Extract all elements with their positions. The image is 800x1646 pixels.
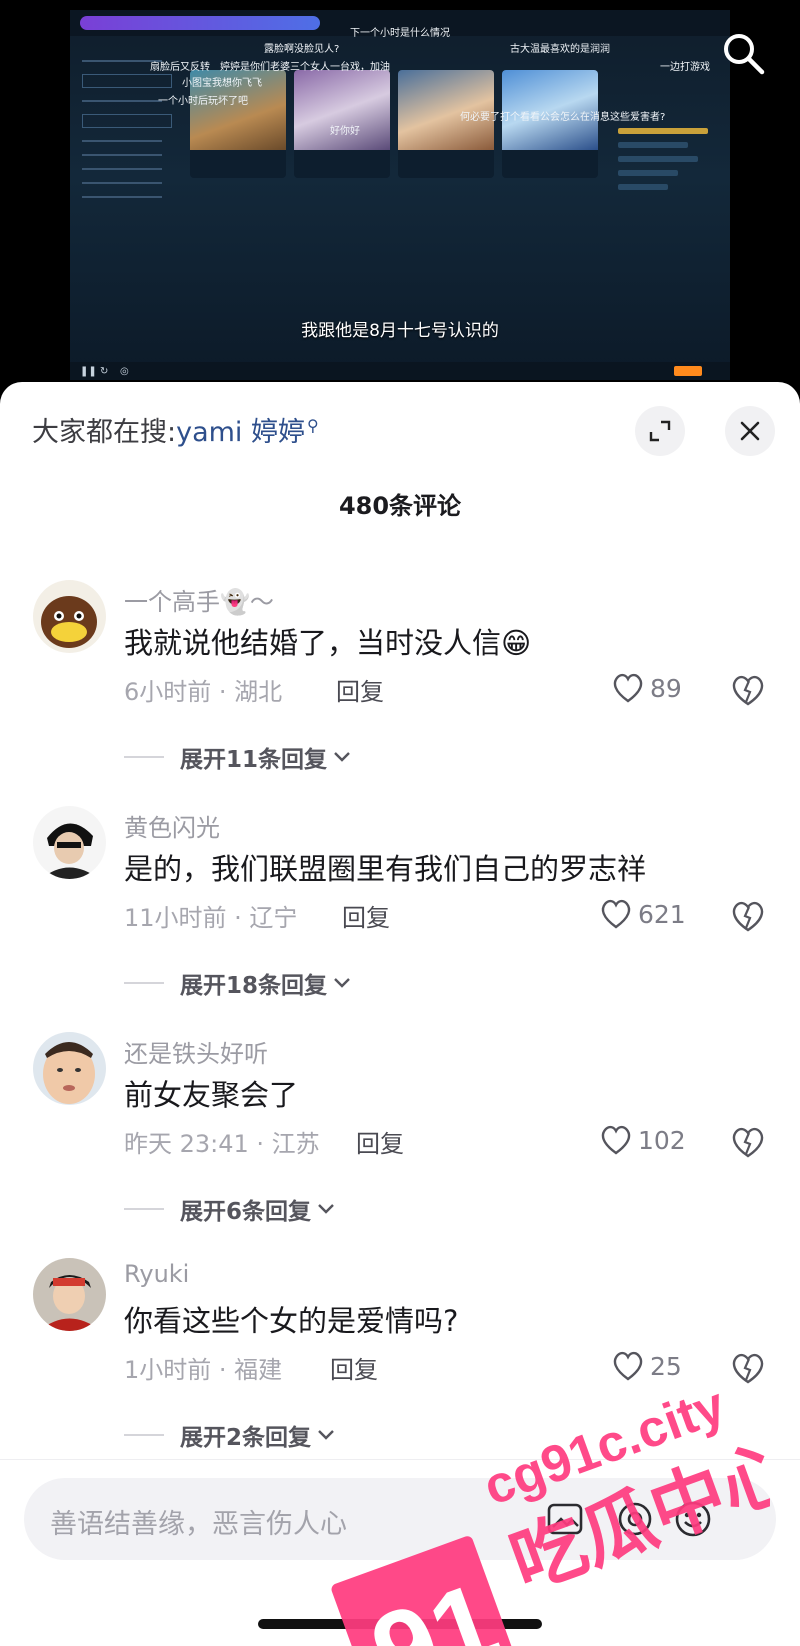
danmaku: 小图宝我想你飞飞 [182,78,262,89]
avatar[interactable] [33,1258,106,1331]
expand-replies-button[interactable]: 展开6条回复 [124,1192,335,1226]
mention-icon[interactable] [614,1498,656,1540]
expand-replies-label: 展开6条回复 [180,1199,312,1225]
video-screen-tab [80,16,320,30]
comment-text: 我就说他结婚了，当时没人信😁 [124,626,532,660]
chevron-down-icon [334,752,350,762]
video-subtitle: 我跟他是8月十七号认识的 [301,321,499,341]
dislike-icon[interactable] [730,1124,766,1160]
danmaku: 三个女人一台戏，加油 [290,62,390,73]
danmaku: 婷婷是你们老婆 [220,62,290,73]
danmaku: 下一个小时是什么情况 [350,28,450,39]
danmaku: 一边打游戏 [660,62,710,73]
danmaku: 露脸啊没脸见人? [264,44,340,55]
danmaku: 古大温最喜欢的是润润 [510,44,610,55]
comment-time-location: 1小时前 · 福建 [124,1356,283,1384]
avatar[interactable] [33,1032,106,1105]
trending-search[interactable]: 大家都在搜:yami 婷婷 ⚲ [32,410,319,449]
search-icon[interactable] [718,28,768,78]
comment-text: 你看这些个女的是爱情吗? [124,1304,459,1338]
expand-replies-label: 展开2条回复 [180,1425,312,1451]
dislike-icon[interactable] [730,1350,766,1386]
refresh-icon[interactable]: ↻ [100,366,108,377]
expand-replies-button[interactable]: 展开11条回复 [124,740,351,774]
like-count: 89 [650,673,682,703]
comment-username[interactable]: Ryuki [124,1260,189,1288]
home-indicator[interactable] [258,1619,542,1629]
like-button[interactable]: 621 [600,896,686,932]
danmaku: 扇脸后又反转 [150,62,210,73]
heart-icon [601,1125,631,1155]
chevron-down-icon [334,978,350,988]
video-screen-right-panel [618,120,723,220]
dislike-icon[interactable] [730,898,766,934]
comment-input[interactable]: 善语结善缘，恶言伤人心 [24,1478,776,1560]
fullscreen-button[interactable] [635,406,685,456]
video-player[interactable]: 下一个小时是什么情况 露脸啊没脸见人? 古大温最喜欢的是润润 扇脸后又反转 婷婷… [0,0,800,385]
comment-item: 黄色闪光 是的，我们联盟圈里有我们自己的罗志祥 11小时前 · 辽宁 回复 62… [0,806,800,1016]
like-button[interactable]: 102 [600,1122,686,1158]
reply-button[interactable]: 回复 [342,898,390,933]
trending-search-prefix: 大家都在搜: [32,417,177,448]
like-count: 25 [650,1351,682,1381]
comment-input-placeholder: 善语结善缘，恶言伤人心 [50,1509,347,1540]
comment-username[interactable]: 黄色闪光 [124,808,220,843]
like-count: 621 [638,899,686,929]
comment-text: 前女友聚会了 [124,1078,299,1112]
comment-item: Ryuki 你看这些个女的是爱情吗? 1小时前 · 福建 回复 25 展开2条回… [0,1258,800,1468]
expand-replies-button[interactable]: 展开2条回复 [124,1418,335,1452]
pause-icon[interactable]: ❚❚ [80,366,97,377]
reply-button[interactable]: 回复 [336,672,384,707]
heart-icon [601,899,631,929]
comment-item: 还是铁头好听 前女友聚会了 昨天 23:41 · 江苏 回复 102 展开6条回… [0,1032,800,1242]
avatar[interactable] [33,806,106,879]
comment-text: 是的，我们联盟圈里有我们自己的罗志祥 [124,852,647,886]
dislike-icon[interactable] [730,672,766,708]
comment-count: 480条评论 [338,492,462,520]
like-count: 102 [638,1125,686,1155]
search-small-icon: ⚲ [307,416,319,435]
video-player-bar[interactable]: ❚❚ ↻ ◎ [70,362,730,380]
like-button[interactable]: 25 [612,1348,682,1384]
chevron-down-icon [318,1430,334,1440]
comment-time-location: 昨天 23:41 · 江苏 [124,1130,320,1158]
emoji-icon[interactable] [672,1498,714,1540]
comment-time-location: 6小时前 · 湖北 [124,678,283,706]
danmaku: 好你好 [330,126,360,137]
danmaku: 一个小时后玩坏了吧 [158,96,248,107]
like-button[interactable]: 89 [612,670,682,706]
close-icon [740,421,760,441]
expand-replies-label: 展开18条回复 [180,973,328,999]
video-frame: 下一个小时是什么情况 露脸啊没脸见人? 古大温最喜欢的是润润 扇脸后又反转 婷婷… [70,10,730,380]
avatar[interactable] [33,580,106,653]
close-button[interactable] [725,406,775,456]
chevron-down-icon [318,1204,334,1214]
comment-username[interactable]: 还是铁头好听 [124,1034,268,1069]
comment-username[interactable]: 一个高手👻～ [124,582,274,617]
expand-replies-button[interactable]: 展开18条回复 [124,966,351,1000]
heart-icon [613,673,643,703]
heart-icon [613,1351,643,1381]
send-button[interactable] [674,366,702,376]
danmaku: 何必要了打个看看公会怎么在消息这些爱害者? [460,112,666,123]
input-divider [0,1459,800,1460]
comment-time-location: 11小时前 · 辽宁 [124,904,298,932]
trending-search-keyword[interactable]: yami 婷婷 [176,417,305,448]
expand-replies-label: 展开11条回复 [180,747,328,773]
comment-item: 一个高手👻～ 我就说他结婚了，当时没人信😁 6小时前 · 湖北 回复 89 展开… [0,580,800,790]
image-icon[interactable] [544,1498,586,1540]
expand-icon [649,420,671,442]
reply-button[interactable]: 回复 [330,1350,378,1385]
reply-button[interactable]: 回复 [356,1124,404,1159]
comment-sheet: 大家都在搜:yami 婷婷 ⚲ 480条评论 一个高手👻～ 我就说他结婚了，当时没… [0,382,800,1646]
settings-icon[interactable]: ◎ [120,366,129,377]
